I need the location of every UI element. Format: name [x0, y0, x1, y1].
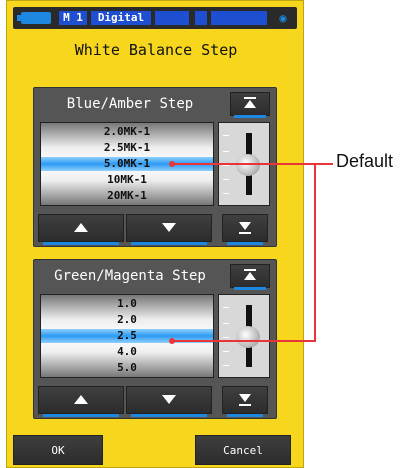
scroll-top-button[interactable] [230, 92, 270, 118]
list-item[interactable]: 20MK-1 [41, 189, 213, 203]
up-arrow-icon [74, 395, 88, 404]
green-magenta-slider[interactable] [218, 294, 270, 378]
list-item[interactable]: 2.0 [41, 313, 213, 327]
ok-button[interactable]: OK [13, 435, 103, 465]
list-item[interactable]: 5.0 [41, 361, 213, 375]
green-magenta-list[interactable]: 1.0 2.0 2.5 4.0 5.0 [40, 294, 214, 378]
scroll-down-button[interactable] [126, 214, 212, 245]
blue-amber-heading: Blue/Amber Step [66, 96, 194, 112]
list-item[interactable]: 10MK-1 [41, 173, 213, 187]
status-slot [155, 11, 189, 25]
blue-amber-panel: Blue/Amber Step 2.0MK-1 2.5MK-1 5.0MK-1 … [33, 87, 277, 247]
status-slot [195, 11, 207, 25]
memory-indicator: M 1 [59, 11, 87, 25]
scroll-down-button[interactable] [126, 386, 212, 417]
battery-icon [17, 12, 51, 24]
to-top-icon [244, 269, 256, 280]
green-magenta-heading: Green/Magenta Step [54, 268, 206, 284]
meter-icon [211, 11, 267, 25]
down-arrow-icon [162, 395, 176, 404]
to-bottom-icon [239, 222, 251, 234]
mode-indicator: Digital [91, 11, 151, 25]
cancel-button[interactable]: Cancel [195, 435, 291, 465]
device-screen: M 1 Digital ◉ White Balance Step Blue/Am… [6, 0, 304, 468]
callout-line [173, 340, 315, 342]
list-item[interactable]: 1.0 [41, 297, 213, 311]
scroll-up-button[interactable] [38, 386, 124, 417]
slider-knob[interactable] [236, 154, 260, 176]
down-arrow-icon [162, 223, 176, 232]
up-arrow-icon [74, 223, 88, 232]
to-top-icon [244, 97, 256, 108]
status-bar: M 1 Digital ◉ [13, 7, 297, 29]
green-magenta-panel: Green/Magenta Step 1.0 2.0 2.5 4.0 5.0 [33, 259, 277, 419]
lock-icon: ◉ [279, 11, 287, 25]
list-item[interactable]: 2.5MK-1 [41, 141, 213, 155]
list-item[interactable]: 2.0MK-1 [41, 125, 213, 139]
callout-line [173, 163, 333, 165]
to-bottom-icon [239, 394, 251, 406]
default-annotation-label: Default [336, 151, 394, 171]
page-title: White Balance Step [74, 41, 238, 59]
scroll-bottom-button[interactable] [222, 214, 268, 245]
scroll-top-button[interactable] [230, 264, 270, 290]
slider-knob[interactable] [236, 326, 260, 348]
list-item[interactable]: 4.0 [41, 345, 213, 359]
callout-line [314, 163, 316, 342]
scroll-up-button[interactable] [38, 214, 124, 245]
scroll-bottom-button[interactable] [222, 386, 268, 417]
